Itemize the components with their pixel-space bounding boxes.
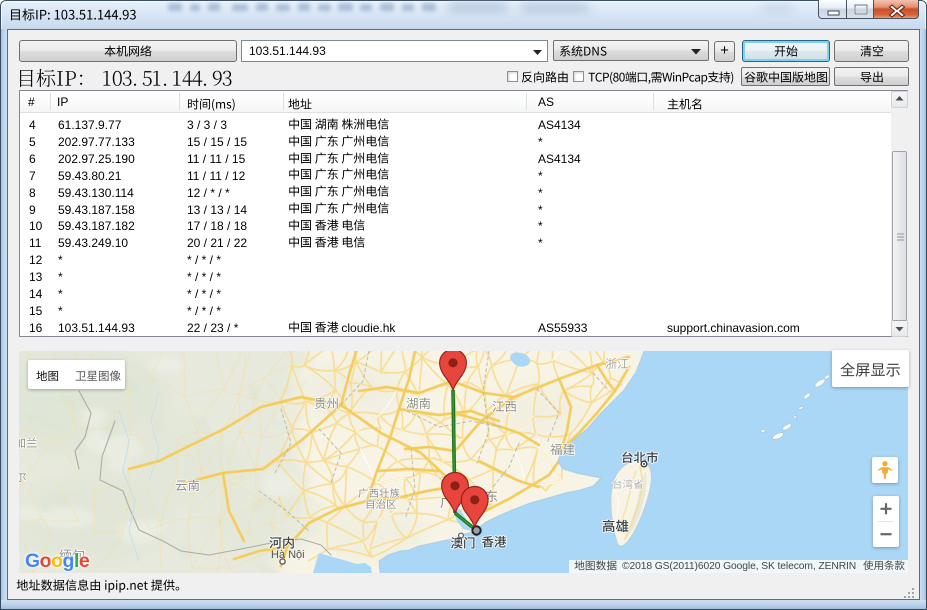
svg-text:Hà Nội: Hà Nội bbox=[271, 549, 305, 561]
